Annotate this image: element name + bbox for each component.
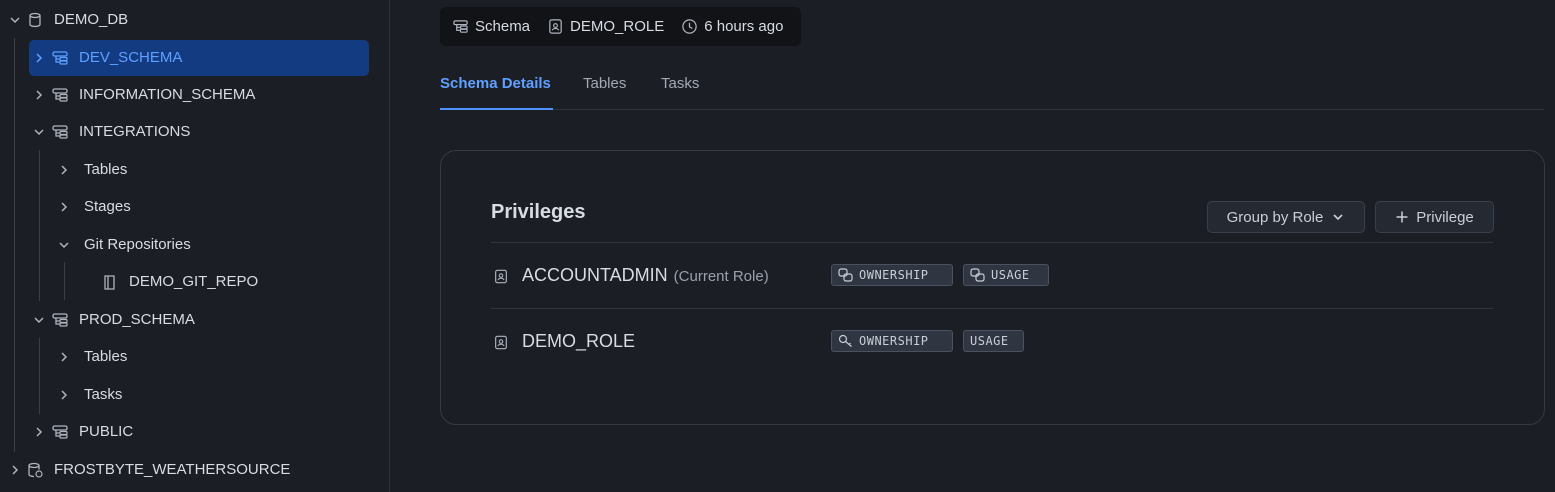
role-icon [495,335,507,350]
tree-item-prod-tables[interactable]: Tables [0,339,389,375]
object-type-label: Schema [475,18,531,35]
key-icon [838,334,852,347]
badge-label: OWNERSHIP [859,268,929,282]
badge-label: USAGE [970,334,1009,348]
shared-link-icon [838,268,853,282]
role-icon [549,19,562,34]
role-name: DEMO_ROLE [522,331,641,352]
group-by-role-label: Group by Role [1226,208,1324,226]
chevron-right-icon[interactable] [32,51,46,65]
tree-item-label: Tasks [84,386,123,403]
schema-icon [52,51,68,65]
tree-item-prod-schema[interactable]: PROD_SCHEMA [0,302,389,338]
tree-item-label: FROSTBYTE_WEATHERSOURCE [54,461,291,478]
object-updated-label: 6 hours ago [704,18,784,35]
schema-icon [52,425,68,439]
chevron-right-icon[interactable] [57,200,71,214]
chevron-down-icon[interactable] [32,313,46,327]
role-icon [495,269,507,284]
plus-icon [1396,211,1408,223]
clock-icon [682,19,697,34]
chevron-right-icon[interactable] [57,350,71,364]
tree-item-label: Stages [84,198,131,215]
chevron-down-icon[interactable] [32,125,46,139]
privileges-title: Privileges [491,201,586,223]
tree-item-integrations-tables[interactable]: Tables [0,152,389,188]
tree-item-label: Git Repositories [84,236,191,253]
object-updated: 6 hours ago [681,18,783,35]
detail-tabs: Schema Details Tables Tasks [440,64,1544,110]
tree-item-prod-tasks[interactable]: Tasks [0,377,389,413]
tree-item-label: PUBLIC [79,423,134,440]
active-tab-indicator [440,108,553,110]
group-by-role-button[interactable]: Group by Role [1207,201,1365,233]
tree-item-information-schema[interactable]: INFORMATION_SCHEMA [0,77,389,113]
tree-item-label: DEMO_GIT_REPO [129,273,259,290]
tree-item-demo-db[interactable]: DEMO_DB [0,2,389,38]
tree-item-public[interactable]: PUBLIC [0,414,389,450]
tree-item-label: Tables [84,348,128,365]
tree-item-label: INTEGRATIONS [79,123,191,140]
privilege-row: DEMO_ROLE OWNERSHIP USAGE [491,309,1493,375]
chevron-down-icon[interactable] [57,238,71,252]
object-metadata-bar: Schema DEMO_ROLE 6 hours ago [440,7,801,46]
schema-icon [52,313,68,327]
shared-link-icon [970,268,985,282]
tree-item-demo-git-repo[interactable]: DEMO_GIT_REPO [0,264,389,300]
tree-item-git-repositories[interactable]: Git Repositories [0,227,389,263]
privilege-badge-usage: USAGE [963,264,1049,286]
tab-tables[interactable]: Tables [583,75,626,92]
tab-tasks[interactable]: Tasks [661,75,699,92]
main-panel: Schema DEMO_ROLE 6 hours ago Schema Deta… [390,0,1555,492]
tree-item-label: DEMO_DB [54,11,129,28]
role-name: ACCOUNTADMIN (Current Role) [522,265,769,286]
tree-item-label: DEV_SCHEMA [79,49,183,66]
role-name-label: DEMO_ROLE [522,331,636,351]
schema-icon [52,88,68,102]
badge-label: OWNERSHIP [859,334,929,348]
add-privilege-button[interactable]: Privilege [1375,201,1494,233]
tree-item-dev-schema[interactable]: DEV_SCHEMA [0,40,389,76]
object-explorer-sidebar: DEMO_DB DEV_SCHEMA INFORMATION_SCHEMA IN… [0,0,390,492]
privilege-badge-ownership: OWNERSHIP [831,330,953,352]
object-owner: DEMO_ROLE [547,18,664,35]
database-icon [29,12,41,28]
badge-label: USAGE [991,268,1030,282]
object-owner-label: DEMO_ROLE [570,18,665,35]
tree-item-label: INFORMATION_SCHEMA [79,86,256,103]
chevron-right-icon[interactable] [32,88,46,102]
role-name-label: ACCOUNTADMIN [522,265,668,285]
chevron-right-icon[interactable] [57,388,71,402]
tree-item-integrations[interactable]: INTEGRATIONS [0,114,389,150]
chevron-right-icon[interactable] [32,425,46,439]
tab-schema-details[interactable]: Schema Details [440,75,551,92]
chevron-down-icon [1333,214,1343,221]
privilege-badge-ownership: OWNERSHIP [831,264,953,286]
tree-item-label: PROD_SCHEMA [79,311,195,328]
privilege-row: ACCOUNTADMIN (Current Role) OWNERSHIP USA… [491,243,1493,309]
shared-database-icon [28,462,43,478]
add-privilege-label: Privilege [1416,208,1474,226]
tree-item-integrations-stages[interactable]: Stages [0,189,389,225]
object-type: Schema [452,18,530,35]
schema-icon [52,125,68,139]
schema-icon [453,20,468,33]
current-role-note: (Current Role) [673,268,769,285]
privilege-badge-usage: USAGE [963,330,1024,352]
tree-item-label: Tables [84,161,128,178]
git-repository-icon [104,275,115,290]
chevron-right-icon[interactable] [8,463,22,477]
chevron-down-icon[interactable] [8,13,22,27]
tree-item-frostbyte-weathersource[interactable]: FROSTBYTE_WEATHERSOURCE [0,452,389,488]
privileges-card: Privileges Group by Role Privilege ACCOU… [440,150,1545,425]
chevron-right-icon[interactable] [57,163,71,177]
